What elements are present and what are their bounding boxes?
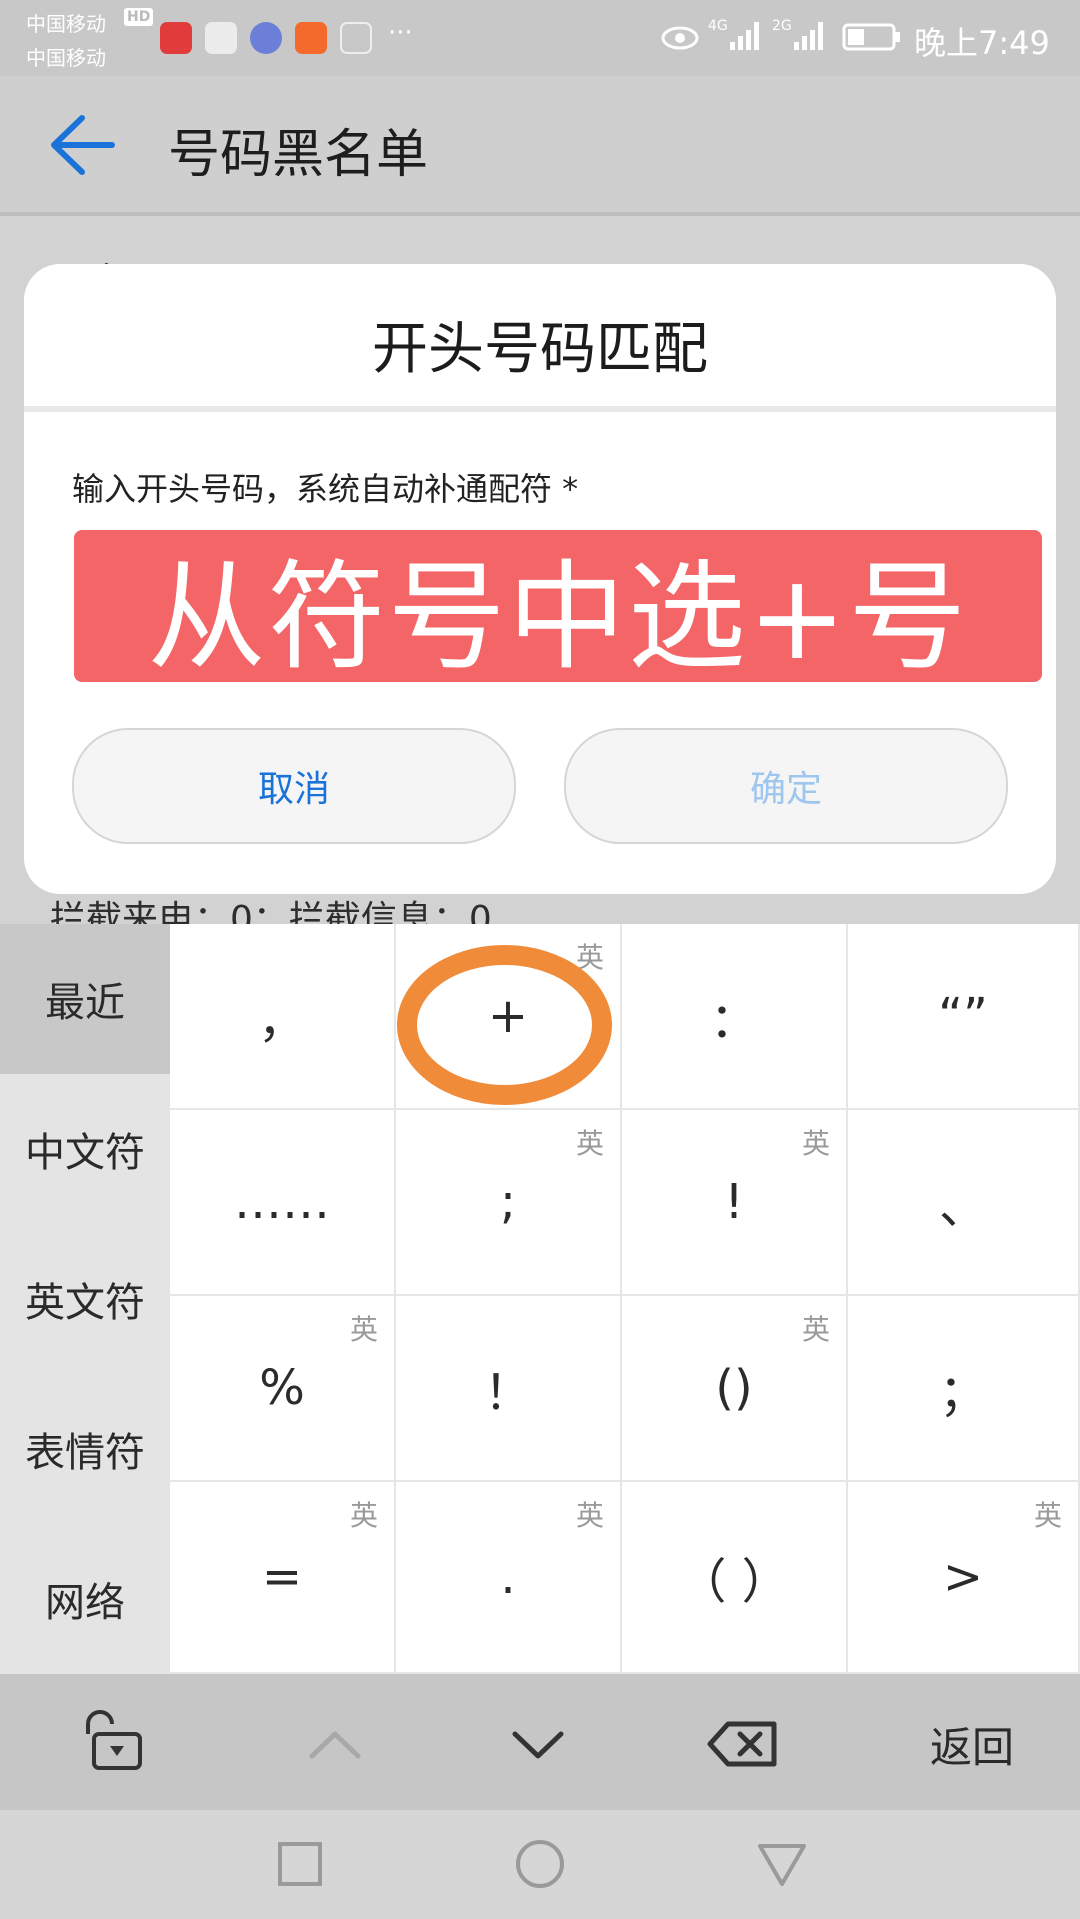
symbol-key[interactable]: （ ） bbox=[622, 1482, 848, 1674]
app-notification-icon bbox=[340, 22, 372, 54]
key-lang-tag: 英 bbox=[1033, 1499, 1062, 1532]
signal-icon-1 bbox=[730, 22, 759, 50]
video-app-icon bbox=[295, 22, 327, 54]
key-symbol: （ ） bbox=[678, 1554, 790, 1610]
status-time: 晚上7:49 bbox=[914, 24, 1050, 62]
music-app-icon bbox=[250, 22, 282, 54]
symbol-key[interactable]: () 英 bbox=[622, 1296, 848, 1482]
symbol-key[interactable]: .英 bbox=[396, 1482, 622, 1674]
return-button[interactable]: 返回 bbox=[912, 1704, 1032, 1784]
symbol-key[interactable]: 、 bbox=[848, 1110, 1080, 1296]
category-recent[interactable]: 最近 bbox=[0, 924, 170, 1076]
key-lang-tag: 英 bbox=[349, 1313, 378, 1346]
recents-square-icon[interactable] bbox=[276, 1840, 324, 1888]
securities-app-icon bbox=[160, 22, 192, 54]
key-lang-tag: 英 bbox=[801, 1127, 830, 1160]
app-header bbox=[0, 76, 1080, 216]
chevron-down-icon[interactable] bbox=[503, 1704, 573, 1784]
symbol-key[interactable]: ; 英 bbox=[396, 1110, 622, 1296]
prefix-match-dialog: 开头号码匹配 输入开头号码，系统自动补通配符 * 从符号中选+号 取消 确定 bbox=[24, 264, 1056, 894]
key-symbol: ； bbox=[938, 1365, 987, 1421]
key-symbol: ， bbox=[257, 993, 306, 1049]
network-2g-label: 2G bbox=[772, 18, 792, 34]
home-circle-icon[interactable] bbox=[514, 1838, 566, 1890]
back-arrow-icon[interactable] bbox=[48, 112, 118, 178]
backspace-icon[interactable] bbox=[706, 1704, 782, 1784]
briefcase-icon bbox=[205, 22, 237, 54]
symbol-key[interactable]: ！ bbox=[396, 1296, 622, 1482]
chevron-up-icon[interactable] bbox=[300, 1704, 370, 1784]
carrier-label-1: 中国移动 bbox=[26, 12, 106, 36]
lock-icon[interactable] bbox=[80, 1704, 150, 1784]
dialog-title: 开头号码匹配 bbox=[372, 317, 708, 382]
network-4g-label: 4G bbox=[708, 18, 728, 34]
symbol-key[interactable]: ： bbox=[622, 924, 848, 1110]
symbol-key[interactable]: ， bbox=[170, 924, 396, 1110]
symbol-key[interactable]: > 英 bbox=[848, 1482, 1080, 1674]
cancel-button[interactable]: 取消 bbox=[72, 728, 516, 844]
dialog-divider bbox=[24, 406, 1056, 412]
key-lang-tag: 英 bbox=[801, 1313, 830, 1346]
hd-badge: HD bbox=[124, 8, 154, 26]
key-lang-tag: 英 bbox=[575, 1127, 604, 1160]
category-network[interactable]: 网络 bbox=[0, 1524, 170, 1676]
symbol-key[interactable]: ! 英 bbox=[622, 1110, 848, 1296]
symbol-key[interactable]: “” bbox=[848, 924, 1080, 1110]
key-symbol: …… bbox=[234, 1174, 330, 1230]
page-title: 号码黑名单 bbox=[168, 125, 429, 185]
back-triangle-icon[interactable] bbox=[756, 1840, 808, 1888]
symbol-key[interactable]: = 英 bbox=[170, 1482, 396, 1674]
symbol-key[interactable]: …… bbox=[170, 1110, 396, 1296]
battery-icon bbox=[842, 23, 900, 51]
instruction-overlay-banner: 从符号中选+号 bbox=[74, 530, 1042, 686]
key-symbol: 、 bbox=[938, 1179, 987, 1235]
key-symbol: “” bbox=[938, 988, 988, 1044]
key-lang-tag: 英 bbox=[575, 1499, 604, 1532]
dialog-hint: 输入开头号码，系统自动补通配符 * bbox=[72, 470, 579, 508]
key-lang-tag: 英 bbox=[349, 1499, 378, 1532]
key-symbol: ！ bbox=[483, 1365, 532, 1421]
instruction-overlay-text: 从符号中选+号 bbox=[147, 547, 969, 686]
category-english-symbols[interactable]: 英文符 bbox=[0, 1224, 170, 1376]
symbol-key[interactable]: ； bbox=[848, 1296, 1080, 1482]
key-symbol: ： bbox=[709, 993, 758, 1049]
signal-icon-2 bbox=[794, 22, 823, 50]
confirm-button[interactable]: 确定 bbox=[564, 728, 1008, 844]
highlight-circle bbox=[397, 945, 612, 1105]
eye-icon bbox=[661, 26, 699, 50]
category-chinese-symbols[interactable]: 中文符 bbox=[0, 1074, 170, 1226]
carrier-label-2: 中国移动 bbox=[26, 46, 106, 70]
symbol-key[interactable]: % 英 bbox=[170, 1296, 396, 1482]
category-emoticons[interactable]: 表情符 bbox=[0, 1374, 170, 1526]
more-notifications-icon: ··· bbox=[388, 18, 413, 48]
